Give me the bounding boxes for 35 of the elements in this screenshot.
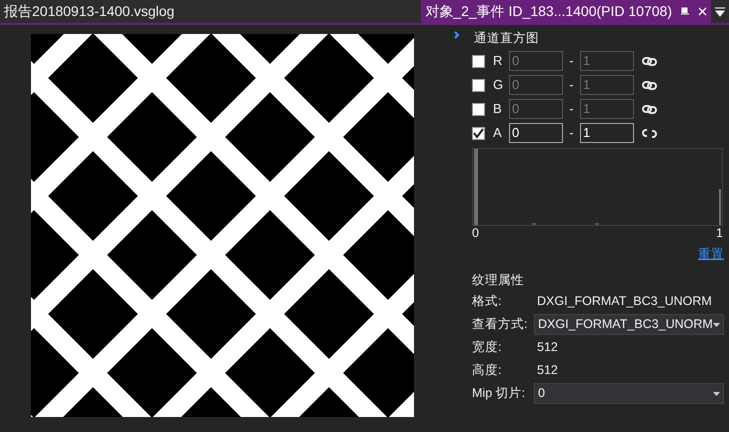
property-label: Mip 切片:: [472, 385, 526, 402]
property-dropdown[interactable]: 0: [534, 383, 724, 404]
channel-label: R: [493, 52, 504, 70]
range-separator: -: [568, 100, 575, 118]
max-field[interactable]: 1: [580, 123, 634, 143]
section-title: 纹理属性: [472, 272, 525, 289]
channel-label: B: [493, 100, 503, 118]
close-icon[interactable]: [698, 6, 707, 16]
dropdown-arrow-icon: [713, 392, 720, 396]
min-field[interactable]: 0: [509, 123, 563, 143]
channel-label: G: [493, 76, 504, 94]
property-label: 格式:: [472, 293, 502, 310]
chevron-right-icon[interactable]: [454, 31, 460, 39]
property-label: 查看方式:: [472, 316, 528, 334]
channel-checkbox[interactable]: [472, 126, 485, 140]
property-label: 高度:: [472, 362, 502, 380]
range-separator: -: [568, 52, 575, 70]
property-label: 宽度:: [472, 339, 502, 356]
range-separator: -: [568, 76, 575, 94]
dropdown-menu-icon[interactable]: [715, 7, 725, 17]
document-tab[interactable]: 对象_2_事件 ID_183...1400(PID 10708): [421, 0, 711, 23]
range-separator: -: [568, 124, 575, 142]
axis-label: 1: [716, 226, 723, 241]
broken-link-icon[interactable]: [642, 128, 657, 138]
dropdown-arrow-icon: [713, 322, 720, 327]
reset-link[interactable]: 重置: [698, 245, 724, 264]
pin-icon[interactable]: [680, 7, 690, 15]
channel-label: A: [493, 124, 503, 142]
document-tab[interactable]: 报告20180913-1400.vsglog: [0, 0, 178, 23]
property-value: 512: [537, 362, 558, 380]
property-value: 512: [537, 339, 558, 356]
axis-label: 0: [472, 226, 479, 241]
property-dropdown[interactable]: DXGI_FORMAT_BC3_UNORM: [534, 314, 724, 336]
property-value: DXGI_FORMAT_BC3_UNORM: [537, 293, 712, 310]
section-title: 通道直方图: [474, 30, 539, 47]
